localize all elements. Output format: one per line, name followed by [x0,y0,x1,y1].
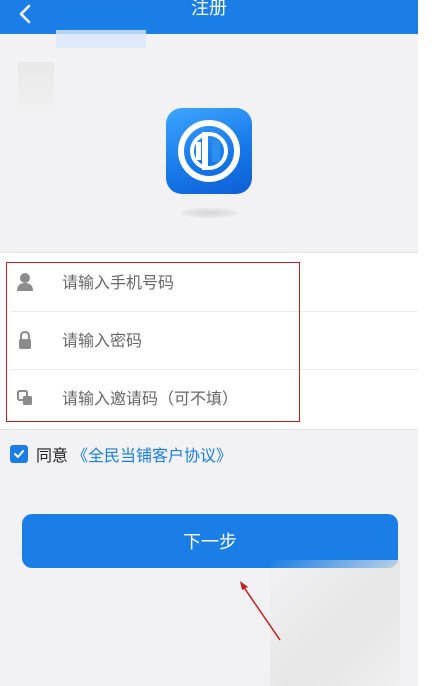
invite-row [0,369,418,427]
phone-row [0,253,418,311]
app-logo [166,108,252,194]
lock-icon [14,311,36,369]
check-icon [14,450,24,458]
agree-label: 同意 [36,446,69,465]
password-input[interactable] [62,325,292,355]
next-step-button[interactable]: 下一步 [22,514,398,568]
password-row [0,311,418,369]
page-title: 注册 [191,0,227,19]
agreement-row: 同意 《全民当铺客户协议》 [10,442,232,466]
logo-shadow [180,208,238,218]
invite-code-input[interactable] [62,383,292,413]
agreement-link[interactable]: 《全民当铺客户协议》 [72,442,232,466]
agree-checkbox[interactable] [10,445,28,463]
invite-code-icon [14,369,36,427]
app-logo-icon [178,120,240,182]
person-icon [14,253,36,311]
registration-form [0,252,418,430]
right-edge-strip [418,0,434,686]
phone-input[interactable] [62,267,292,297]
mosaic-patch-left [18,62,54,110]
mosaic-patch-bottom [270,560,400,686]
top-bar: 注册 [0,0,418,34]
